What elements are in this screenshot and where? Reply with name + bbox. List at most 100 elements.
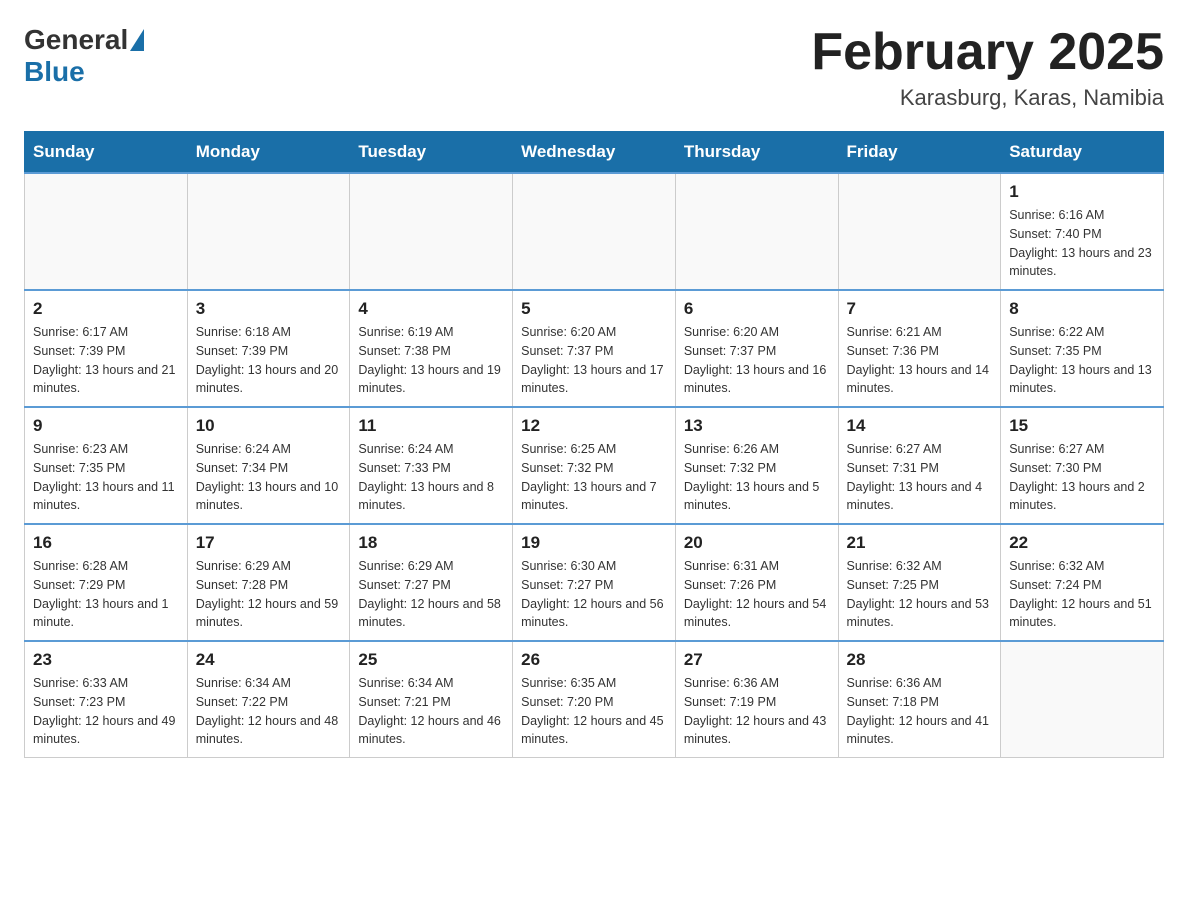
- calendar-cell: [1001, 641, 1164, 758]
- day-number: 26: [521, 650, 667, 670]
- day-info: Sunrise: 6:21 AMSunset: 7:36 PMDaylight:…: [847, 323, 993, 398]
- day-info: Sunrise: 6:19 AMSunset: 7:38 PMDaylight:…: [358, 323, 504, 398]
- calendar-cell: 16Sunrise: 6:28 AMSunset: 7:29 PMDayligh…: [25, 524, 188, 641]
- day-number: 8: [1009, 299, 1155, 319]
- day-info: Sunrise: 6:36 AMSunset: 7:18 PMDaylight:…: [847, 674, 993, 749]
- day-info: Sunrise: 6:16 AMSunset: 7:40 PMDaylight:…: [1009, 206, 1155, 281]
- calendar-cell: 3Sunrise: 6:18 AMSunset: 7:39 PMDaylight…: [187, 290, 350, 407]
- day-number: 28: [847, 650, 993, 670]
- calendar-cell: 28 Sunrise: 6:36 AMSunset: 7:18 PMDayligh…: [838, 641, 1001, 758]
- header-monday: Monday: [187, 132, 350, 174]
- calendar-cell: [187, 173, 350, 290]
- calendar-cell: 22Sunrise: 6:32 AMSunset: 7:24 PMDayligh…: [1001, 524, 1164, 641]
- calendar-cell: [25, 173, 188, 290]
- header-wednesday: Wednesday: [513, 132, 676, 174]
- day-info: Sunrise: 6:24 AMSunset: 7:33 PMDaylight:…: [358, 440, 504, 515]
- day-info: Sunrise: 6:17 AMSunset: 7:39 PMDaylight:…: [33, 323, 179, 398]
- header-sunday: Sunday: [25, 132, 188, 174]
- day-info: Sunrise: 6:28 AMSunset: 7:29 PMDaylight:…: [33, 557, 179, 632]
- day-number: 11: [358, 416, 504, 436]
- calendar-cell: 12 Sunrise: 6:25 AMSunset: 7:32 PMDayligh…: [513, 407, 676, 524]
- day-info: Sunrise: 6:34 AMSunset: 7:21 PMDaylight:…: [358, 674, 504, 749]
- day-number: 17: [196, 533, 342, 553]
- day-info: Sunrise: 6:29 AMSunset: 7:27 PMDaylight:…: [358, 557, 504, 632]
- calendar-cell: 17 Sunrise: 6:29 AMSunset: 7:28 PMDayligh…: [187, 524, 350, 641]
- calendar-cell: 5Sunrise: 6:20 AMSunset: 7:37 PMDaylight…: [513, 290, 676, 407]
- calendar-table: Sunday Monday Tuesday Wednesday Thursday…: [24, 131, 1164, 758]
- calendar-cell: 11 Sunrise: 6:24 AMSunset: 7:33 PMDayligh…: [350, 407, 513, 524]
- day-info: Sunrise: 6:23 AMSunset: 7:35 PMDaylight:…: [33, 440, 179, 515]
- day-number: 18: [358, 533, 504, 553]
- title-area: February 2025 Karasburg, Karas, Namibia: [811, 24, 1164, 111]
- day-number: 7: [847, 299, 993, 319]
- header-friday: Friday: [838, 132, 1001, 174]
- calendar-subtitle: Karasburg, Karas, Namibia: [811, 85, 1164, 111]
- page-header: General Blue February 2025 Karasburg, Ka…: [24, 24, 1164, 111]
- calendar-week-row: 9 Sunrise: 6:23 AMSunset: 7:35 PMDaylight…: [25, 407, 1164, 524]
- calendar-cell: 21 Sunrise: 6:32 AMSunset: 7:25 PMDayligh…: [838, 524, 1001, 641]
- calendar-cell: 1 Sunrise: 6:16 AMSunset: 7:40 PMDaylight…: [1001, 173, 1164, 290]
- day-info: Sunrise: 6:36 AMSunset: 7:19 PMDaylight:…: [684, 674, 830, 749]
- day-number: 25: [358, 650, 504, 670]
- day-info: Sunrise: 6:27 AMSunset: 7:30 PMDaylight:…: [1009, 440, 1155, 515]
- calendar-cell: 9 Sunrise: 6:23 AMSunset: 7:35 PMDaylight…: [25, 407, 188, 524]
- calendar-cell: 6 Sunrise: 6:20 AMSunset: 7:37 PMDaylight…: [675, 290, 838, 407]
- day-number: 19: [521, 533, 667, 553]
- logo: General Blue: [24, 24, 146, 88]
- day-info: Sunrise: 6:18 AMSunset: 7:39 PMDaylight:…: [196, 323, 342, 398]
- logo-blue-text: Blue: [24, 56, 85, 88]
- weekday-header-row: Sunday Monday Tuesday Wednesday Thursday…: [25, 132, 1164, 174]
- calendar-cell: [350, 173, 513, 290]
- calendar-cell: 7 Sunrise: 6:21 AMSunset: 7:36 PMDaylight…: [838, 290, 1001, 407]
- calendar-cell: 25 Sunrise: 6:34 AMSunset: 7:21 PMDayligh…: [350, 641, 513, 758]
- day-number: 15: [1009, 416, 1155, 436]
- day-info: Sunrise: 6:34 AMSunset: 7:22 PMDaylight:…: [196, 674, 342, 749]
- calendar-cell: 27Sunrise: 6:36 AMSunset: 7:19 PMDayligh…: [675, 641, 838, 758]
- day-number: 13: [684, 416, 830, 436]
- day-info: Sunrise: 6:24 AMSunset: 7:34 PMDaylight:…: [196, 440, 342, 515]
- day-number: 22: [1009, 533, 1155, 553]
- day-info: Sunrise: 6:20 AMSunset: 7:37 PMDaylight:…: [521, 323, 667, 398]
- calendar-cell: 10 Sunrise: 6:24 AMSunset: 7:34 PMDayligh…: [187, 407, 350, 524]
- day-info: Sunrise: 6:27 AMSunset: 7:31 PMDaylight:…: [847, 440, 993, 515]
- day-info: Sunrise: 6:30 AMSunset: 7:27 PMDaylight:…: [521, 557, 667, 632]
- day-number: 21: [847, 533, 993, 553]
- day-number: 24: [196, 650, 342, 670]
- calendar-title: February 2025: [811, 24, 1164, 81]
- header-tuesday: Tuesday: [350, 132, 513, 174]
- day-info: Sunrise: 6:20 AMSunset: 7:37 PMDaylight:…: [684, 323, 830, 398]
- day-info: Sunrise: 6:25 AMSunset: 7:32 PMDaylight:…: [521, 440, 667, 515]
- day-info: Sunrise: 6:22 AMSunset: 7:35 PMDaylight:…: [1009, 323, 1155, 398]
- day-number: 12: [521, 416, 667, 436]
- day-info: Sunrise: 6:29 AMSunset: 7:28 PMDaylight:…: [196, 557, 342, 632]
- day-number: 23: [33, 650, 179, 670]
- day-number: 20: [684, 533, 830, 553]
- day-number: 2: [33, 299, 179, 319]
- calendar-week-row: 1 Sunrise: 6:16 AMSunset: 7:40 PMDaylight…: [25, 173, 1164, 290]
- calendar-cell: 2 Sunrise: 6:17 AMSunset: 7:39 PMDaylight…: [25, 290, 188, 407]
- day-number: 1: [1009, 182, 1155, 202]
- calendar-cell: 23Sunrise: 6:33 AMSunset: 7:23 PMDayligh…: [25, 641, 188, 758]
- day-number: 9: [33, 416, 179, 436]
- day-number: 10: [196, 416, 342, 436]
- calendar-cell: 26 Sunrise: 6:35 AMSunset: 7:20 PMDayligh…: [513, 641, 676, 758]
- day-number: 6: [684, 299, 830, 319]
- calendar-cell: 14Sunrise: 6:27 AMSunset: 7:31 PMDayligh…: [838, 407, 1001, 524]
- header-saturday: Saturday: [1001, 132, 1164, 174]
- calendar-cell: [675, 173, 838, 290]
- calendar-week-row: 2 Sunrise: 6:17 AMSunset: 7:39 PMDaylight…: [25, 290, 1164, 407]
- calendar-cell: 15 Sunrise: 6:27 AMSunset: 7:30 PMDayligh…: [1001, 407, 1164, 524]
- calendar-cell: [513, 173, 676, 290]
- day-info: Sunrise: 6:35 AMSunset: 7:20 PMDaylight:…: [521, 674, 667, 749]
- calendar-cell: 24 Sunrise: 6:34 AMSunset: 7:22 PMDayligh…: [187, 641, 350, 758]
- calendar-cell: 18 Sunrise: 6:29 AMSunset: 7:27 PMDayligh…: [350, 524, 513, 641]
- day-number: 4: [358, 299, 504, 319]
- day-info: Sunrise: 6:32 AMSunset: 7:25 PMDaylight:…: [847, 557, 993, 632]
- calendar-week-row: 16Sunrise: 6:28 AMSunset: 7:29 PMDayligh…: [25, 524, 1164, 641]
- logo-triangle-icon: [130, 29, 144, 51]
- calendar-cell: 19 Sunrise: 6:30 AMSunset: 7:27 PMDayligh…: [513, 524, 676, 641]
- logo-general-text: General: [24, 24, 128, 56]
- calendar-cell: 20Sunrise: 6:31 AMSunset: 7:26 PMDayligh…: [675, 524, 838, 641]
- calendar-cell: 8 Sunrise: 6:22 AMSunset: 7:35 PMDaylight…: [1001, 290, 1164, 407]
- calendar-cell: 13Sunrise: 6:26 AMSunset: 7:32 PMDayligh…: [675, 407, 838, 524]
